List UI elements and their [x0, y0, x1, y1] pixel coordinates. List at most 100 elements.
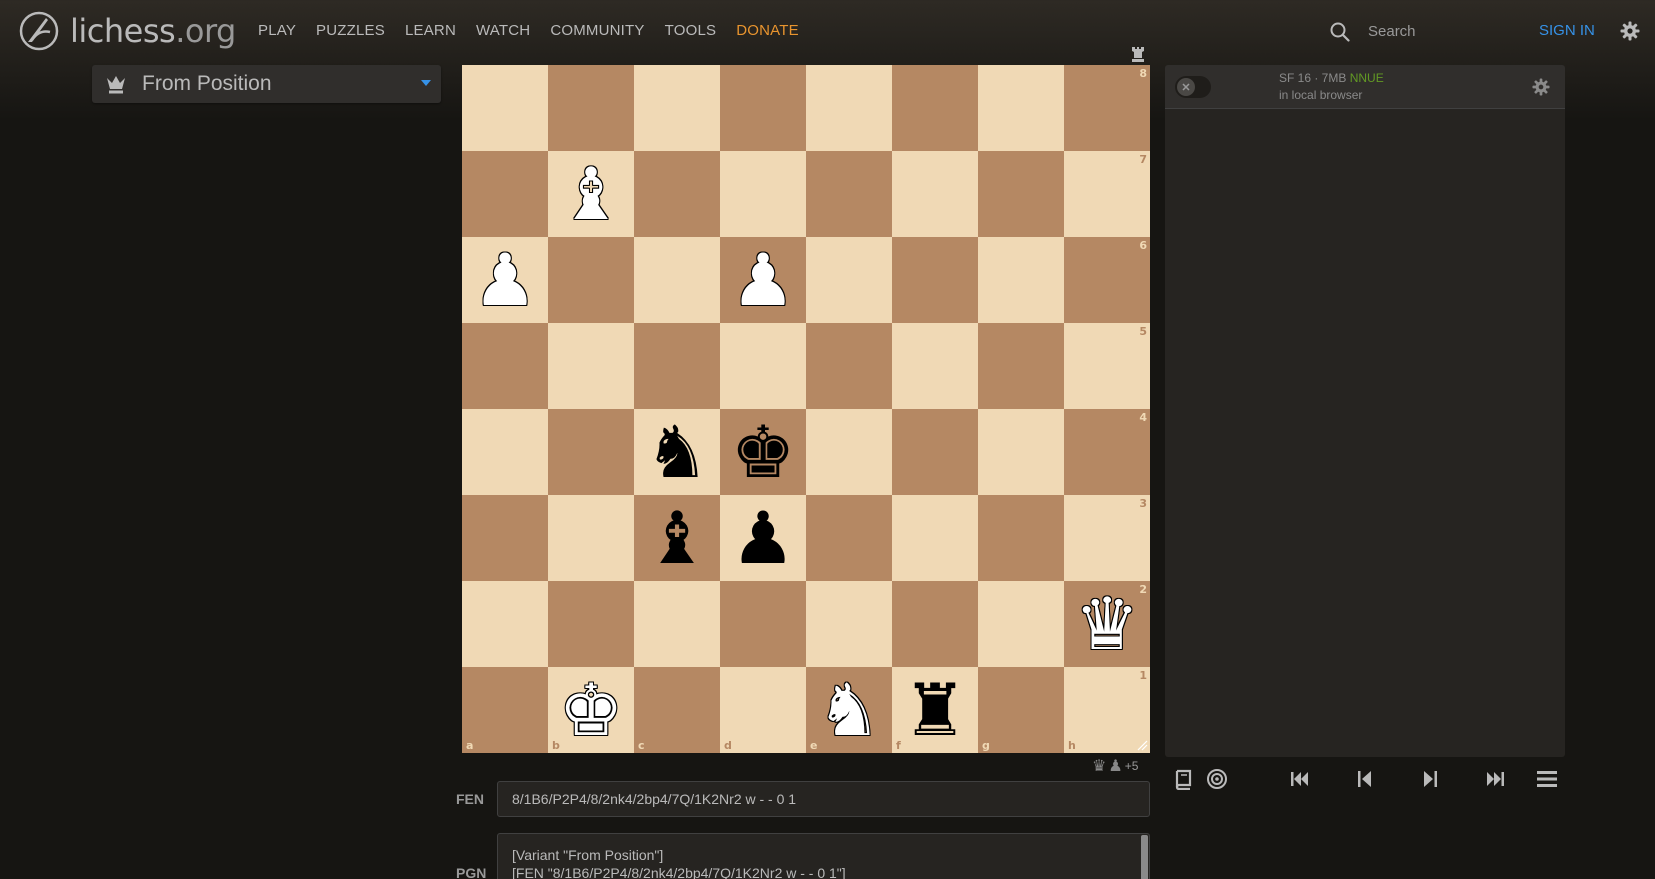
engine-settings-gear-icon[interactable]	[1532, 78, 1550, 96]
square-d6[interactable]: ♟	[720, 237, 806, 323]
square-h6[interactable]: 6	[1064, 237, 1150, 323]
square-h3[interactable]: 3	[1064, 495, 1150, 581]
square-h7[interactable]: 7	[1064, 151, 1150, 237]
square-a3[interactable]	[462, 495, 548, 581]
previous-move-icon[interactable]	[1353, 767, 1377, 791]
gear-icon[interactable]	[1620, 21, 1640, 41]
square-c5[interactable]	[634, 323, 720, 409]
square-g1[interactable]: g	[978, 667, 1064, 753]
square-e7[interactable]	[806, 151, 892, 237]
square-b8[interactable]	[548, 65, 634, 151]
white-bishop-icon[interactable]: ♝	[548, 151, 634, 237]
square-d7[interactable]	[720, 151, 806, 237]
square-b1[interactable]: b ♚	[548, 667, 634, 753]
square-d1[interactable]: d	[720, 667, 806, 753]
black-rook-icon[interactable]: ♜	[892, 667, 978, 753]
square-e4[interactable]	[806, 409, 892, 495]
square-b2[interactable]	[548, 581, 634, 667]
chess-board[interactable]: 8 ♝ 7 ♟ ♟ 6 5 ♞ ♚ 4 ♝ ♟ 3 2 ♛ a b ♚ c d e ♞ f ♜ g 1 h	[462, 65, 1150, 753]
square-a5[interactable]	[462, 323, 548, 409]
practice-target-icon[interactable]	[1205, 767, 1229, 791]
nav-play[interactable]: PLAY	[248, 22, 306, 39]
black-pawn-icon[interactable]: ♟	[720, 495, 806, 581]
square-a2[interactable]	[462, 581, 548, 667]
square-f4[interactable]	[892, 409, 978, 495]
square-b6[interactable]	[548, 237, 634, 323]
pgn-scrollbar[interactable]	[1141, 835, 1148, 879]
engine-toggle[interactable]: ✕	[1175, 76, 1211, 98]
square-b3[interactable]	[548, 495, 634, 581]
square-g2[interactable]	[978, 581, 1064, 667]
black-bishop-icon[interactable]: ♝	[634, 495, 720, 581]
square-a7[interactable]	[462, 151, 548, 237]
nav-puzzles[interactable]: PUZZLES	[306, 22, 395, 39]
last-move-icon[interactable]	[1483, 767, 1507, 791]
search-input[interactable]	[1368, 18, 1508, 44]
white-queen-icon[interactable]: ♛	[1064, 581, 1150, 667]
black-knight-icon[interactable]: ♞	[634, 409, 720, 495]
square-g4[interactable]	[978, 409, 1064, 495]
square-d5[interactable]	[720, 323, 806, 409]
square-b5[interactable]	[548, 323, 634, 409]
square-b4[interactable]	[548, 409, 634, 495]
square-a1[interactable]: a	[462, 667, 548, 753]
white-pawn-icon[interactable]: ♟	[720, 237, 806, 323]
square-e1[interactable]: e ♞	[806, 667, 892, 753]
square-f3[interactable]	[892, 495, 978, 581]
square-h2[interactable]: 2 ♛	[1064, 581, 1150, 667]
square-f5[interactable]	[892, 323, 978, 409]
resize-handle-icon[interactable]	[1137, 740, 1148, 751]
board-grid[interactable]: 8 ♝ 7 ♟ ♟ 6 5 ♞ ♚ 4 ♝ ♟ 3 2 ♛ a b ♚ c d e ♞ f ♜ g 1 h	[462, 65, 1150, 753]
square-e2[interactable]	[806, 581, 892, 667]
square-f8[interactable]	[892, 65, 978, 151]
square-c3[interactable]: ♝	[634, 495, 720, 581]
square-f2[interactable]	[892, 581, 978, 667]
square-a6[interactable]: ♟	[462, 237, 548, 323]
square-d4[interactable]: ♚	[720, 409, 806, 495]
square-g3[interactable]	[978, 495, 1064, 581]
square-g5[interactable]	[978, 323, 1064, 409]
square-f6[interactable]	[892, 237, 978, 323]
square-c2[interactable]	[634, 581, 720, 667]
square-g6[interactable]	[978, 237, 1064, 323]
square-b7[interactable]: ♝	[548, 151, 634, 237]
black-king-icon[interactable]: ♚	[720, 409, 806, 495]
square-h5[interactable]: 5	[1064, 323, 1150, 409]
white-pawn-icon[interactable]: ♟	[462, 237, 548, 323]
square-g8[interactable]	[978, 65, 1064, 151]
menu-hamburger-icon[interactable]	[1535, 767, 1559, 791]
square-d3[interactable]: ♟	[720, 495, 806, 581]
square-a4[interactable]	[462, 409, 548, 495]
square-f7[interactable]	[892, 151, 978, 237]
first-move-icon[interactable]	[1288, 767, 1312, 791]
square-h8[interactable]: 8	[1064, 65, 1150, 151]
nav-donate[interactable]: DONATE	[726, 22, 809, 39]
square-f1[interactable]: f ♜	[892, 667, 978, 753]
white-knight-icon[interactable]: ♞	[806, 667, 892, 753]
square-d8[interactable]	[720, 65, 806, 151]
square-c4[interactable]: ♞	[634, 409, 720, 495]
square-c8[interactable]	[634, 65, 720, 151]
fen-input[interactable]	[497, 781, 1150, 817]
opening-book-icon[interactable]	[1171, 767, 1195, 791]
nav-community[interactable]: COMMUNITY	[540, 22, 654, 39]
square-c6[interactable]	[634, 237, 720, 323]
variant-select[interactable]: From Position	[92, 65, 441, 103]
next-move-icon[interactable]	[1418, 767, 1442, 791]
square-c1[interactable]: c	[634, 667, 720, 753]
square-h4[interactable]: 4	[1064, 409, 1150, 495]
square-d2[interactable]	[720, 581, 806, 667]
sign-in-link[interactable]: SIGN IN	[1539, 22, 1595, 39]
nav-learn[interactable]: LEARN	[395, 22, 466, 39]
site-logo[interactable]: lichess.org	[18, 10, 236, 52]
square-a8[interactable]	[462, 65, 548, 151]
search-icon[interactable]	[1330, 22, 1350, 42]
square-e8[interactable]	[806, 65, 892, 151]
square-c7[interactable]	[634, 151, 720, 237]
nav-tools[interactable]: TOOLS	[655, 22, 727, 39]
square-g7[interactable]	[978, 151, 1064, 237]
square-e5[interactable]	[806, 323, 892, 409]
square-e3[interactable]	[806, 495, 892, 581]
square-e6[interactable]	[806, 237, 892, 323]
white-king-icon[interactable]: ♚	[548, 667, 634, 753]
